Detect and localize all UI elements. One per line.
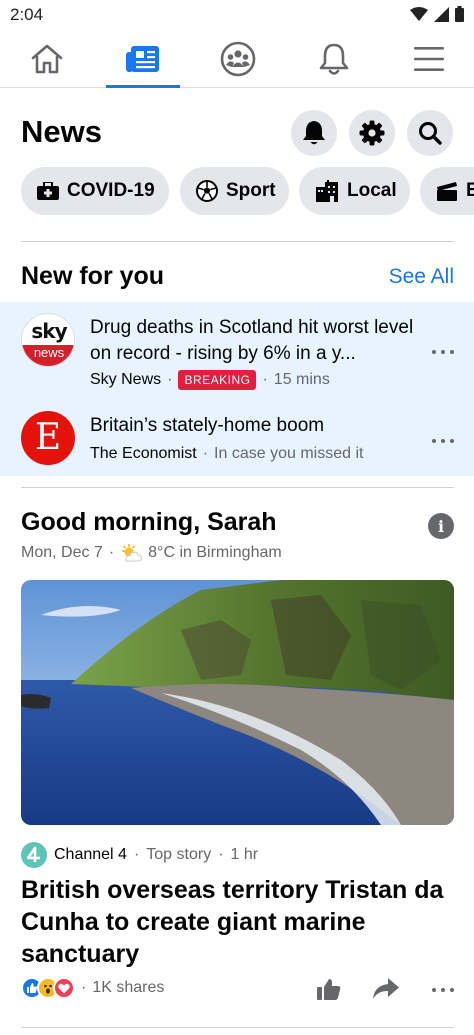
chip-label: Local: [347, 180, 397, 201]
recommendation-reason: In case you missed it: [214, 445, 364, 462]
home-icon: [31, 44, 63, 74]
dot: [441, 988, 445, 992]
timestamp: 15 mins: [273, 371, 330, 388]
page-title: News: [21, 114, 102, 149]
greeting: Good morning, Sarah: [21, 508, 277, 536]
headline[interactable]: Britain’s stately-home boom: [90, 413, 420, 439]
top-nav-bar: [0, 30, 474, 88]
tab-home[interactable]: [10, 30, 84, 88]
tab-notifications[interactable]: [297, 30, 371, 88]
tab-news[interactable]: [106, 30, 180, 88]
the-economist-logo: E: [21, 411, 75, 465]
share-count: 1K shares: [92, 979, 165, 996]
dot: [450, 350, 454, 354]
gear-icon: [359, 120, 385, 146]
news-icon: [126, 46, 159, 72]
medical-kit-icon: [37, 182, 59, 200]
active-tab-indicator: [106, 85, 180, 88]
notifications-button[interactable]: [291, 110, 337, 156]
section-title-new-for-you: New for you: [21, 262, 165, 290]
status-icons: [410, 6, 464, 22]
settings-button[interactable]: [349, 110, 395, 156]
search-button[interactable]: [407, 110, 453, 156]
status-time: 2:04: [10, 5, 44, 24]
headline[interactable]: Drug deaths in Scotland hit worst level …: [90, 315, 420, 367]
tab-groups[interactable]: [201, 30, 275, 88]
status-bar: 2:04: [0, 0, 474, 30]
more-options-button[interactable]: [432, 437, 454, 445]
battery-icon: [455, 6, 464, 22]
chip-label: COVID-19: [67, 180, 155, 201]
partly-cloudy-icon: [122, 544, 143, 562]
section-divider: [21, 1027, 454, 1028]
top-story-image[interactable]: [21, 580, 454, 825]
hamburger-menu-icon: [414, 47, 444, 71]
bell-icon: [303, 121, 325, 145]
signal-icon: [434, 6, 449, 22]
new-for-you-list: sky news Drug deaths in Scotland hit wor…: [0, 302, 474, 476]
wifi-icon: [410, 7, 428, 21]
bell-icon: [319, 43, 349, 75]
dot: [450, 988, 454, 992]
breaking-badge: BREAKING: [178, 370, 257, 390]
reactions-summary[interactable]: · 1K shares: [21, 977, 164, 999]
chip-label: E: [466, 180, 474, 201]
source-name: Sky News: [90, 371, 162, 388]
more-options-button[interactable]: [432, 986, 454, 994]
clapperboard-icon: [437, 182, 457, 201]
coastal-cliff-photo: [21, 580, 454, 825]
dot: [450, 439, 454, 443]
chip-local[interactable]: Local: [299, 167, 410, 215]
love-reaction-icon: [53, 977, 75, 999]
chip-entertainment[interactable]: E: [420, 167, 474, 215]
date: Mon, Dec 7: [21, 544, 103, 561]
more-options-button[interactable]: [432, 348, 454, 356]
chip-sport[interactable]: Sport: [180, 167, 289, 215]
dot: [432, 350, 436, 354]
search-icon: [419, 122, 442, 145]
source-name: The Economist: [90, 445, 197, 462]
city-icon: [316, 180, 338, 202]
chip-covid-19[interactable]: COVID-19: [21, 167, 169, 215]
topic-chips: COVID-19 Sport Local E: [0, 167, 474, 215]
date-weather-line: Mon, Dec 7 · 8°C in Birmingham: [21, 544, 282, 562]
see-all-link[interactable]: See All: [389, 265, 454, 289]
chip-label: Sport: [226, 180, 276, 201]
share-arrow-icon: [373, 978, 399, 999]
section-divider: [21, 241, 454, 242]
sky-news-logo: sky news: [21, 313, 75, 367]
channel-4-logo[interactable]: [21, 842, 47, 868]
timestamp: 1 hr: [230, 846, 259, 863]
dot: [441, 439, 445, 443]
weather-text: 8°C in Birmingham: [148, 544, 282, 561]
dot: [441, 350, 445, 354]
item-meta: The Economist · In case you missed it: [90, 445, 364, 462]
dot: [432, 439, 436, 443]
dot: [432, 988, 436, 992]
info-icon[interactable]: i: [428, 513, 454, 539]
section-divider: [21, 487, 454, 488]
story-source-line: Channel 4 · Top story · 1 hr: [21, 842, 258, 868]
groups-icon: [220, 41, 256, 77]
share-button[interactable]: [372, 976, 400, 1002]
thumbs-up-icon: [317, 979, 341, 1000]
top-story-headline[interactable]: British overseas territory Tristan da Cu…: [21, 874, 451, 970]
source-name[interactable]: Channel 4: [54, 846, 127, 864]
football-icon: [196, 180, 218, 202]
item-meta: Sky News · BREAKING · 15 mins: [90, 370, 330, 390]
like-button[interactable]: [315, 976, 343, 1002]
story-label: Top story: [146, 846, 212, 863]
tab-menu[interactable]: [392, 30, 466, 88]
